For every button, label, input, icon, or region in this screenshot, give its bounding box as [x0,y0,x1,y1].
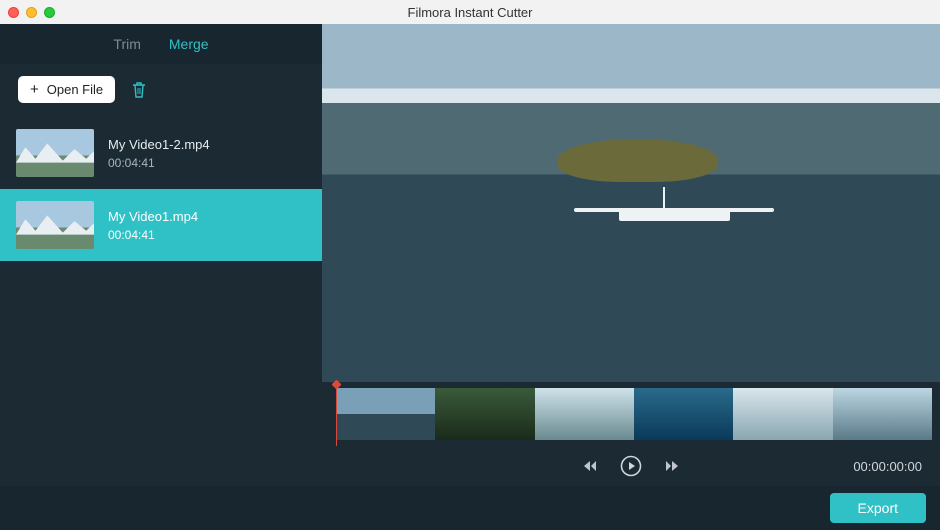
clip-item[interactable]: My Video1-2.mp4 00:04:41 [0,117,322,189]
clip-thumbnail [16,129,94,177]
app-body: Trim Merge + Open File [0,24,940,486]
window-title: Filmora Instant Cutter [0,5,940,20]
frame-thumb [535,388,634,440]
clip-name: My Video1-2.mp4 [108,137,210,152]
frame-thumb [435,388,534,440]
clip-meta: My Video1.mp4 00:04:41 [108,209,198,242]
window-controls [8,7,55,18]
frame-thumb [634,388,733,440]
timeline-frames [336,388,932,440]
export-button[interactable]: Export [830,493,926,523]
timecode: 00:00:00:00 [853,459,922,474]
tab-merge[interactable]: Merge [169,36,209,52]
trash-icon[interactable] [131,81,147,99]
clip-name: My Video1.mp4 [108,209,198,224]
zoom-icon[interactable] [44,7,55,18]
close-icon[interactable] [8,7,19,18]
clip-item[interactable]: My Video1.mp4 00:04:41 [0,189,322,261]
open-file-button[interactable]: + Open File [18,76,115,103]
main-panel: 00:00:00:00 [322,24,940,486]
playback-controls: 00:00:00:00 [322,446,940,486]
clip-thumbnail [16,201,94,249]
playhead-icon[interactable] [336,382,337,446]
video-preview[interactable] [322,24,940,382]
open-file-label: Open File [47,82,103,97]
sidebar: Trim Merge + Open File [0,24,322,486]
mode-tabs: Trim Merge [0,24,322,64]
minimize-icon[interactable] [26,7,37,18]
plus-icon: + [30,82,39,97]
clip-list: My Video1-2.mp4 00:04:41 My Video1.mp4 0… [0,117,322,486]
next-frame-icon[interactable] [666,459,682,473]
frame-thumb [733,388,832,440]
play-icon[interactable] [620,455,642,477]
titlebar: Filmora Instant Cutter [0,0,940,24]
clip-duration: 00:04:41 [108,156,210,170]
frame-thumb [336,388,435,440]
timeline-filmstrip[interactable] [322,382,940,446]
clip-meta: My Video1-2.mp4 00:04:41 [108,137,210,170]
app-window: Filmora Instant Cutter Trim Merge + Open… [0,0,940,530]
footer: Export [0,486,940,530]
frame-thumb [833,388,932,440]
transport [580,455,682,477]
clip-duration: 00:04:41 [108,228,198,242]
tab-trim[interactable]: Trim [113,36,140,52]
prev-frame-icon[interactable] [580,459,596,473]
sidebar-toolbar: + Open File [0,64,322,111]
